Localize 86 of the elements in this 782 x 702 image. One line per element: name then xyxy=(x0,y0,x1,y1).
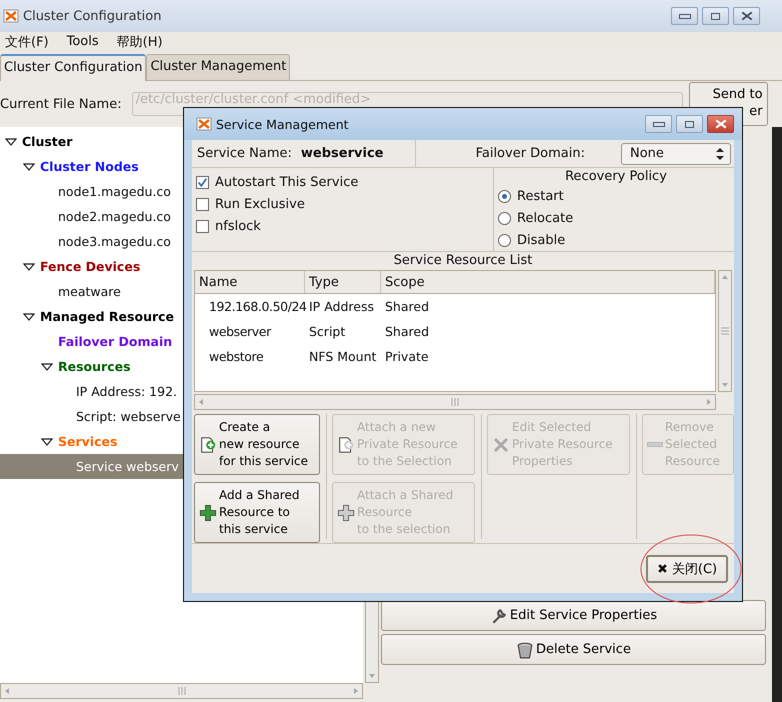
table-cell-text: Shared xyxy=(384,324,430,339)
maximize-button[interactable] xyxy=(702,7,729,25)
expander-icon[interactable] xyxy=(23,312,35,320)
up-down-arrows-icon xyxy=(716,148,724,160)
service-name-label: Service Name: xyxy=(197,146,292,161)
resource-list-title: Service Resource List xyxy=(392,252,534,270)
tree-item[interactable]: Service webserv xyxy=(76,459,179,474)
table-cell-text: Private xyxy=(384,349,430,364)
tree-item[interactable]: meatware xyxy=(58,284,121,299)
tree-item[interactable]: node2.magedu.co xyxy=(58,209,171,224)
grip-icon[interactable] xyxy=(451,398,459,406)
window-title: Cluster Configuration xyxy=(23,8,162,24)
menu-item[interactable]: Tools xyxy=(66,34,99,49)
tree-category[interactable]: Cluster Nodes xyxy=(40,159,139,174)
expander-icon[interactable] xyxy=(41,362,53,370)
horizontal-scrollbar[interactable] xyxy=(194,394,716,410)
horizontal-scrollbar[interactable] xyxy=(0,683,363,699)
close-icon xyxy=(656,563,668,574)
add-document-icon xyxy=(337,436,355,454)
column-header[interactable]: Type xyxy=(305,271,381,293)
failover-domain-label: Failover Domain: xyxy=(476,146,585,161)
checkbox-label: nfslock xyxy=(215,218,261,234)
tree-category[interactable]: Cluster xyxy=(22,134,72,149)
action-button[interactable]: Add a Shared Resource to this service xyxy=(194,482,320,543)
checkbox[interactable] xyxy=(196,220,209,232)
tree-category[interactable]: Fence Devices xyxy=(40,259,140,274)
radio-label: Relocate xyxy=(517,211,574,226)
checkbox-label: Autostart This Service xyxy=(215,174,358,190)
recovery-policy-title: Recovery Policy xyxy=(564,168,668,186)
minus-icon xyxy=(647,442,663,447)
checkbox[interactable] xyxy=(196,176,209,188)
tree-category[interactable]: Resources xyxy=(58,359,131,374)
checkbox[interactable] xyxy=(196,198,209,210)
app-icon xyxy=(196,116,212,132)
table-cell-text: IP Address xyxy=(308,299,375,314)
column-header[interactable]: Scope xyxy=(381,271,715,293)
close-button[interactable] xyxy=(733,7,760,25)
tree-category[interactable]: Managed Resource xyxy=(40,309,174,324)
tree-item[interactable]: node1.magedu.co xyxy=(58,184,171,199)
close-button[interactable] xyxy=(707,115,734,133)
action-button[interactable]: Create a new resource for this service xyxy=(194,414,320,475)
app-icon xyxy=(3,8,19,24)
table-cell-text: 192.168.0.50/24 xyxy=(208,299,305,314)
maximize-button[interactable] xyxy=(676,115,703,133)
expander-icon[interactable] xyxy=(41,438,53,446)
table-cell-text: Shared xyxy=(384,299,430,314)
checkbox-label: Run Exclusive xyxy=(215,196,305,212)
menu-item[interactable]: 帮助(H) xyxy=(116,32,163,50)
radio-button[interactable] xyxy=(498,212,511,225)
radio-button[interactable] xyxy=(498,234,511,247)
grip-icon[interactable] xyxy=(178,687,186,695)
tree-item[interactable]: Script: webserve xyxy=(76,409,181,424)
dialog-close-button[interactable]: 关闭(C) xyxy=(646,554,728,582)
tab[interactable]: Cluster Configuration xyxy=(0,54,146,81)
menu-item[interactable]: 文件(F) xyxy=(5,32,49,50)
close-icon xyxy=(740,11,752,21)
service-button[interactable]: Edit Service Properties xyxy=(381,600,766,631)
minimize-button[interactable] xyxy=(671,7,698,25)
expander-icon[interactable] xyxy=(23,162,35,170)
table-cell-text: webstore xyxy=(208,349,264,364)
service-button[interactable]: Delete Service xyxy=(381,634,766,665)
tree-category[interactable]: Failover Domain xyxy=(58,334,172,349)
table-cell-text: NFS Mount xyxy=(308,349,378,364)
service-name: webservice xyxy=(300,146,384,161)
grip-icon[interactable] xyxy=(721,327,729,335)
trash-icon xyxy=(516,640,534,658)
radio-label: Restart xyxy=(517,189,564,204)
plus-icon xyxy=(337,504,355,522)
close-icon xyxy=(714,119,726,129)
add-document-icon xyxy=(199,436,217,454)
expander-icon[interactable] xyxy=(5,138,17,146)
tree-item[interactable]: node3.magedu.co xyxy=(58,234,171,249)
expander-icon[interactable] xyxy=(23,262,35,270)
table-cell-text: webserver xyxy=(208,324,272,339)
vertical-scrollbar[interactable] xyxy=(718,270,732,392)
column-header[interactable]: Name xyxy=(195,271,305,293)
radio-button[interactable] xyxy=(498,190,511,204)
minimize-button[interactable] xyxy=(645,115,672,133)
file-name-label: Current File Name: xyxy=(0,96,122,112)
tree-item[interactable]: IP Address: 192. xyxy=(76,384,177,399)
radio-label: Disable xyxy=(517,232,566,248)
dialog-title: Service Management xyxy=(216,116,349,132)
table-cell-text: Script xyxy=(308,324,346,339)
failover-domain-select[interactable]: None xyxy=(621,142,731,164)
plus-icon xyxy=(199,504,217,522)
tab[interactable]: Cluster Management xyxy=(146,54,290,80)
